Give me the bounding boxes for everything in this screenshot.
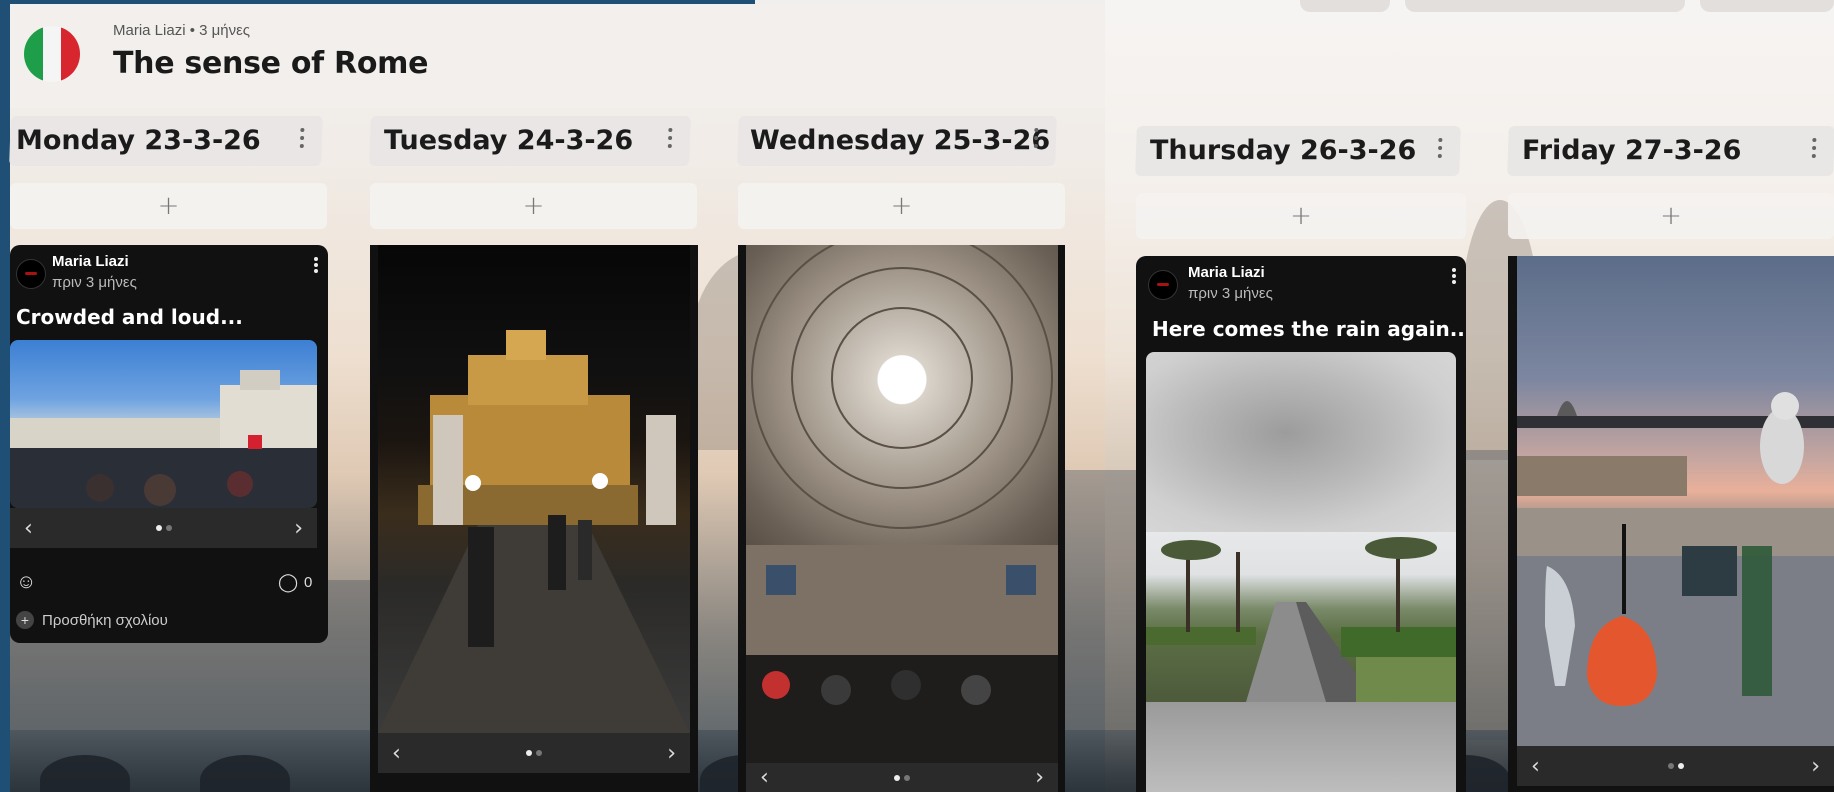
add-comment-label: Προσθήκη σχολίου	[42, 611, 168, 629]
carousel-nav: ‹ ›	[378, 733, 690, 773]
column-header: Monday 23-3-26	[9, 116, 323, 166]
carousel-dots	[894, 774, 910, 781]
comment-count: 0	[304, 574, 313, 591]
board-header: Maria Liazi • 3 μήνες The sense of Rome	[10, 4, 1105, 108]
comment-bubble-icon[interactable]: ◯	[278, 572, 298, 593]
column-wednesday: Wednesday 25-3-26	[737, 116, 1066, 166]
carousel-next-button[interactable]: ›	[294, 516, 303, 541]
column-header: Tuesday 24-3-26	[369, 116, 691, 166]
carousel-nav: ‹ ›	[1517, 746, 1834, 786]
add-post-button[interactable]: +	[1136, 193, 1466, 239]
carousel-nav: ‹ ›	[10, 508, 317, 548]
carousel-dots	[526, 750, 542, 756]
add-comment-button[interactable]: + Προσθήκη σχολίου	[16, 611, 168, 629]
column-menu-icon[interactable]	[1437, 138, 1443, 158]
column-monday: Monday 23-3-26	[9, 116, 338, 166]
toolbar-pill[interactable]	[1300, 0, 1390, 12]
post-photo-blurred[interactable]	[1146, 702, 1456, 792]
post-title: Crowded and loud...	[16, 305, 243, 329]
post-author[interactable]: Maria Liazi	[1188, 264, 1265, 281]
plus-icon: +	[16, 611, 34, 629]
column-title: Friday 27-3-26	[1522, 135, 1742, 166]
post-card[interactable]: Maria Liazi πριν 3 μήνες Here comes the …	[1136, 256, 1466, 792]
add-post-button[interactable]: +	[738, 183, 1065, 229]
column-friday: Friday 27-3-26	[1507, 126, 1834, 176]
column-menu-icon[interactable]	[1033, 128, 1039, 148]
post-photo[interactable]	[10, 340, 317, 508]
carousel-dots	[1667, 763, 1684, 769]
post-photo[interactable]	[1517, 256, 1834, 746]
carousel-prev-button[interactable]: ‹	[1531, 754, 1540, 779]
column-menu-icon[interactable]	[1811, 138, 1817, 158]
column-header: Friday 27-3-26	[1507, 126, 1834, 176]
post-time: πριν 3 μήνες	[52, 274, 137, 291]
post-card[interactable]: ‹ ›	[738, 245, 1065, 792]
post-card[interactable]: ‹ ›	[370, 245, 698, 792]
column-header: Thursday 26-3-26	[1135, 126, 1461, 176]
toolbar-pill[interactable]	[1700, 0, 1834, 12]
add-post-button[interactable]: +	[10, 183, 327, 229]
italy-flag-avatar[interactable]	[24, 26, 80, 82]
column-menu-icon[interactable]	[299, 128, 305, 148]
column-title: Tuesday 24-3-26	[384, 125, 634, 156]
carousel-next-button[interactable]: ›	[667, 741, 676, 766]
column-thursday: Thursday 26-3-26	[1135, 126, 1464, 176]
carousel-nav: ‹ ›	[746, 763, 1058, 792]
column-title: Thursday 26-3-26	[1150, 135, 1417, 166]
post-actions: ☺ ◯ 0	[10, 571, 328, 601]
post-menu-icon[interactable]	[314, 257, 318, 273]
carousel-dots	[155, 525, 172, 531]
post-photo[interactable]	[378, 245, 690, 733]
post-photo-blurred[interactable]	[1146, 352, 1456, 532]
post-photo[interactable]	[746, 245, 1058, 763]
post-card[interactable]: Maria Liazi πριν 3 μήνες Crowded and lou…	[10, 245, 328, 643]
author-avatar[interactable]	[16, 259, 46, 289]
column-tuesday: Tuesday 24-3-26	[369, 116, 698, 166]
add-post-button[interactable]: +	[370, 183, 697, 229]
add-reaction-icon[interactable]: ☺	[16, 571, 36, 594]
carousel-next-button[interactable]: ›	[1811, 754, 1820, 779]
post-photo[interactable]	[1146, 532, 1456, 702]
column-title: Monday 23-3-26	[16, 125, 261, 156]
carousel-next-button[interactable]: ›	[1035, 765, 1044, 790]
post-title: Here comes the rain again...	[1152, 317, 1466, 341]
post-time: πριν 3 μήνες	[1188, 285, 1273, 302]
board-author-meta: Maria Liazi • 3 μήνες	[113, 22, 251, 39]
column-title: Wednesday 25-3-26	[750, 125, 1051, 156]
column-menu-icon[interactable]	[667, 128, 673, 148]
post-card[interactable]: ‹ ›	[1508, 256, 1834, 792]
carousel-prev-button[interactable]: ‹	[760, 765, 769, 790]
post-author[interactable]: Maria Liazi	[52, 253, 129, 270]
column-header: Wednesday 25-3-26	[737, 116, 1057, 166]
board-title: The sense of Rome	[113, 46, 429, 81]
add-post-button[interactable]: +	[1508, 193, 1834, 239]
carousel-prev-button[interactable]: ‹	[392, 741, 401, 766]
carousel-prev-button[interactable]: ‹	[24, 516, 33, 541]
author-avatar[interactable]	[1148, 270, 1178, 300]
post-menu-icon[interactable]	[1452, 268, 1456, 284]
toolbar-pill[interactable]	[1405, 0, 1685, 12]
